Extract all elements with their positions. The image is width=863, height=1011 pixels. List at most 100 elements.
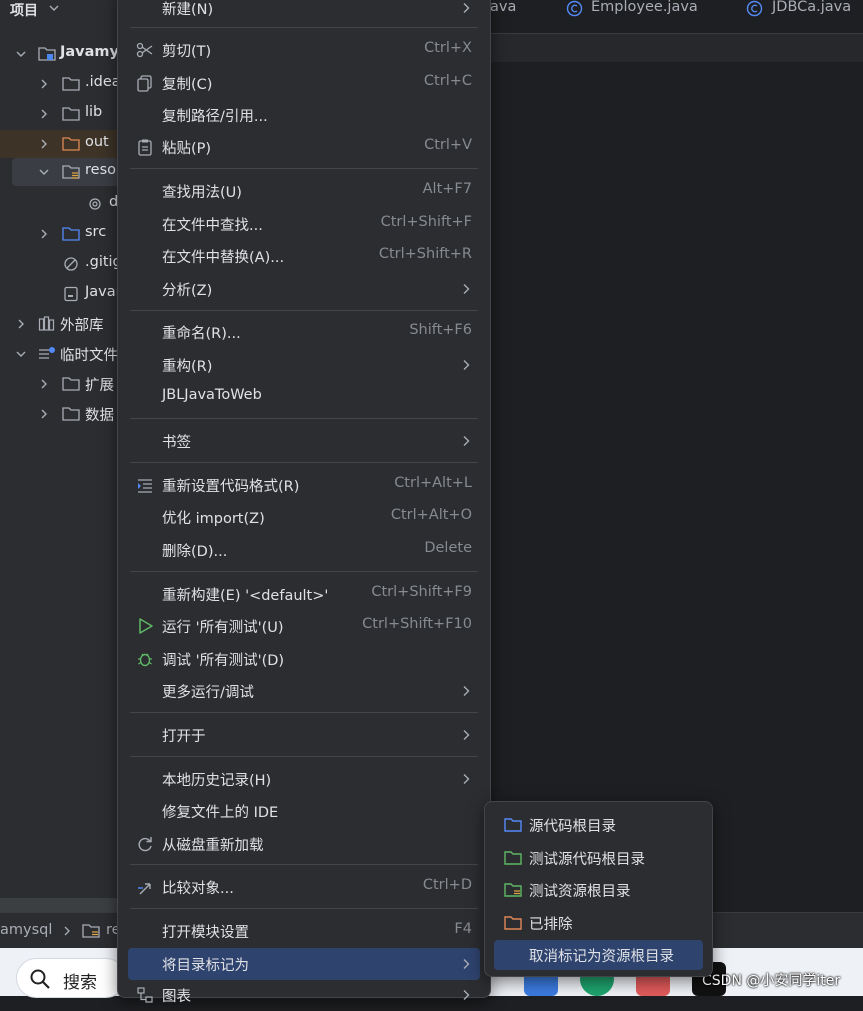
menu-item[interactable]: JBLJavaToWeb <box>128 381 480 413</box>
menu-item[interactable]: 本地历史记录(H) <box>128 763 480 795</box>
menu-item-label: 重新构建(E) '<default>' <box>162 588 329 604</box>
tab-label: ava <box>490 0 517 15</box>
menu-item[interactable]: 复制路径/引用... <box>128 99 480 131</box>
reformat-icon <box>138 479 152 493</box>
test-resources-folder-icon <box>504 883 522 897</box>
menu-item-label: 打开模块设置 <box>162 925 249 941</box>
chevron-right-icon[interactable] <box>38 138 50 150</box>
menu-item[interactable]: 剪切(T) Ctrl+X <box>128 34 480 66</box>
menu-item[interactable]: 书签 <box>128 425 480 457</box>
tree-row-gitignore[interactable]: .gitig <box>0 250 120 278</box>
tree-label: .idea <box>85 74 120 90</box>
tree-row-src[interactable]: src <box>0 220 120 248</box>
chevron-right-icon[interactable] <box>38 228 50 240</box>
menu-item-label: 更多运行/调试 <box>162 685 254 701</box>
submenu-item[interactable]: 源代码根目录 <box>494 810 703 840</box>
mark-directory-as-submenu: 源代码根目录 测试源代码根目录 测试资源根目录 已排除取消标记为资源根目录 <box>484 801 713 977</box>
menu-item[interactable]: 重新设置代码格式(R) Ctrl+Alt+L <box>128 469 480 501</box>
chevron-down-icon[interactable] <box>48 2 60 14</box>
menu-item[interactable]: 更多运行/调试 <box>128 675 480 707</box>
tree-row-lib[interactable]: lib <box>0 100 120 128</box>
menu-item[interactable]: 分析(Z) <box>128 273 480 305</box>
menu-item-label: 修复文件上的 IDE <box>162 805 279 821</box>
tree-row-javamy[interactable]: Javamy <box>0 40 120 68</box>
menu-item[interactable]: 将目录标记为 <box>128 948 480 980</box>
tree-row-database[interactable]: 数据 <box>0 400 120 428</box>
tree-label: 临时文件 <box>60 348 118 364</box>
panel-scrollbar[interactable] <box>0 898 120 912</box>
chevron-right-icon[interactable] <box>15 318 27 330</box>
tree-label: lib <box>85 104 103 120</box>
diagram-icon <box>137 987 153 1003</box>
chevron-right-icon[interactable] <box>38 408 50 420</box>
menu-item-label: 重命名(R)... <box>162 326 241 342</box>
menu-item[interactable]: 重构(R) <box>128 349 480 381</box>
tree-row-iml[interactable]: Javar <box>0 280 120 308</box>
excluded-folder-icon <box>62 137 80 151</box>
menu-item-shortcut: Ctrl+D <box>422 877 472 893</box>
search-icon <box>30 969 50 989</box>
chevron-right-icon[interactable] <box>38 378 50 390</box>
tree-row-scratches[interactable]: 临时文件 <box>0 340 120 368</box>
editor-breadcrumb-strip <box>490 34 863 62</box>
submenu-item[interactable]: 取消标记为资源根目录 <box>494 940 703 970</box>
menu-item[interactable]: 优化 import(Z) Ctrl+Alt+O <box>128 501 480 533</box>
menu-item-label: 运行 '所有测试'(U) <box>162 620 284 636</box>
menu-item[interactable]: 新建(N) <box>128 0 480 24</box>
menu-item[interactable]: 从磁盘重新加载 <box>128 828 480 860</box>
chevron-down-icon[interactable] <box>38 166 50 178</box>
chevron-right-icon[interactable] <box>38 108 50 120</box>
menu-item[interactable]: 运行 '所有测试'(U) Ctrl+Shift+F10 <box>128 610 480 642</box>
chevron-down-icon[interactable] <box>15 48 27 60</box>
tree-label: 扩展 <box>85 378 114 394</box>
menu-item-shortcut: Ctrl+X <box>424 40 472 56</box>
menu-item[interactable]: 修复文件上的 IDE <box>128 795 480 827</box>
submenu-item[interactable]: 测试源代码根目录 <box>494 843 703 873</box>
tree-label: Javamy <box>60 44 119 60</box>
submenu-item-label: 取消标记为资源根目录 <box>529 949 674 965</box>
tree-row-external-libraries[interactable]: 外部库 <box>0 310 120 338</box>
tree-row-out[interactable]: out <box>0 130 120 158</box>
menu-separator <box>130 168 478 169</box>
menu-item-label: 查找用法(U) <box>162 185 242 201</box>
taskbar-search[interactable]: 搜索 <box>16 958 126 998</box>
project-header[interactable]: 项目 <box>0 0 120 34</box>
submenu-item[interactable]: 测试资源根目录 <box>494 875 703 905</box>
menu-item-shortcut: Ctrl+Shift+F9 <box>371 584 472 600</box>
tree-row-idea[interactable]: .idea <box>0 70 120 98</box>
chevron-right-icon[interactable] <box>38 78 50 90</box>
menu-item[interactable]: 复制(C) Ctrl+C <box>128 67 480 99</box>
menu-item-label: 在文件中查找... <box>162 218 263 234</box>
menu-item[interactable]: 删除(D)... Delete <box>128 534 480 566</box>
watermark: CSDN @小安同学iter <box>702 973 841 989</box>
scissors-icon <box>136 42 153 58</box>
submenu-item[interactable]: 已排除 <box>494 908 703 938</box>
tree-row-extensions[interactable]: 扩展 <box>0 370 120 398</box>
menu-item[interactable]: 粘贴(P) Ctrl+V <box>128 131 480 163</box>
menu-item[interactable]: 图表 <box>128 979 480 1011</box>
editor-area[interactable] <box>490 34 863 912</box>
menu-separator <box>130 864 478 865</box>
menu-item[interactable]: 打开于 <box>128 719 480 751</box>
menu-item[interactable]: 比较对象... Ctrl+D <box>128 871 480 903</box>
menu-item-shortcut: Alt+F7 <box>422 181 472 197</box>
chevron-down-icon[interactable] <box>15 348 27 360</box>
menu-item[interactable]: 打开模块设置 F4 <box>128 915 480 947</box>
menu-item-shortcut: F4 <box>454 921 472 937</box>
menu-item[interactable]: 调试 '所有测试'(D) <box>128 643 480 675</box>
ignore-file-icon <box>64 257 78 271</box>
tree-row-resources[interactable]: reso <box>12 158 120 186</box>
menu-separator <box>130 462 478 463</box>
tree-row-file[interactable]: d <box>0 190 120 218</box>
breadcrumb-module[interactable]: amysql <box>0 922 52 938</box>
menu-separator <box>130 310 478 311</box>
menu-item-label: 将目录标记为 <box>162 958 249 974</box>
menu-item[interactable]: 在文件中替换(A)... Ctrl+Shift+R <box>128 240 480 272</box>
chevron-right-icon <box>463 360 470 370</box>
menu-item[interactable]: 重命名(R)... Shift+F6 <box>128 316 480 348</box>
menu-item[interactable]: 在文件中查找... Ctrl+Shift+F <box>128 208 480 240</box>
paste-icon <box>138 139 152 156</box>
menu-item[interactable]: 重新构建(E) '<default>' Ctrl+Shift+F9 <box>128 578 480 610</box>
menu-item[interactable]: 查找用法(U) Alt+F7 <box>128 175 480 207</box>
menu-item-label: 从磁盘重新加载 <box>162 838 264 854</box>
